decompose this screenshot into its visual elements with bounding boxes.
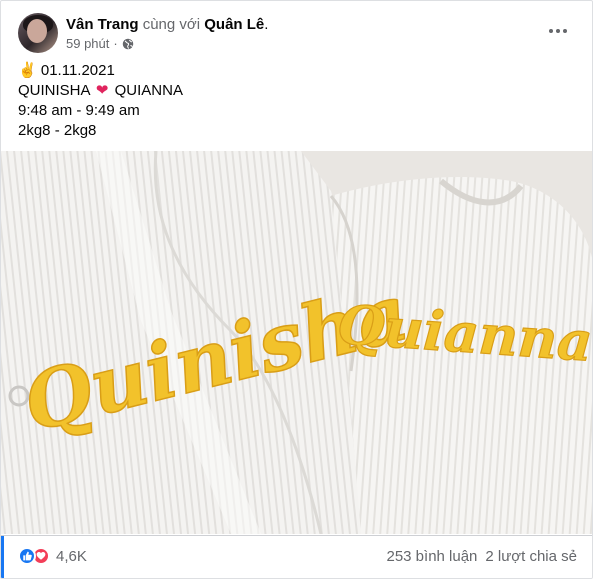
reaction-count: 4,6K (56, 547, 87, 565)
engagement-stats: 253 bình luận 2 lượt chia sẻ (386, 548, 577, 565)
post-line-time: 9:48 am - 9:49 am (18, 102, 140, 119)
reactions-summary[interactable]: 4,6K (18, 547, 87, 565)
post-card: Vân Trang cùng với Quân Lê. 59 phút · ✌ … (0, 0, 593, 579)
post-time[interactable]: 59 phút (66, 36, 109, 52)
post-footer: 4,6K 253 bình luận 2 lượt chia sẻ (1, 535, 592, 578)
author-name[interactable]: Vân Trang (66, 16, 139, 33)
author-line: Vân Trang cùng với Quân Lê. (66, 15, 268, 35)
more-options-button[interactable] (544, 19, 572, 43)
globe-icon (122, 38, 133, 50)
like-icon (18, 547, 36, 565)
post-line-names: QUINISHA ❤ QUIANNA (18, 82, 183, 99)
period: . (264, 16, 269, 33)
more-horizontal-icon (549, 29, 553, 33)
heart-icon: ❤ (95, 82, 109, 99)
focus-accent-bar (1, 536, 4, 578)
post-text: ✌ 01.11.2021 QUINISHA ❤ QUIANNA 9:48 am … (18, 61, 183, 141)
post-photo[interactable]: Quinisha Quianna (1, 151, 592, 534)
victory-hand-icon: ✌ (18, 62, 37, 79)
tagged-user-name[interactable]: Quân Lê (204, 16, 264, 33)
post-line-weight: 2kg8 - 2kg8 (18, 122, 97, 139)
meta-separator: · (113, 36, 118, 51)
with-text: cùng với (142, 16, 201, 33)
author-avatar[interactable] (18, 13, 58, 53)
shares-count-link[interactable]: 2 lượt chia sẻ (485, 548, 577, 565)
photo-illustration: Quinisha Quianna (1, 151, 592, 534)
comments-count-link[interactable]: 253 bình luận (386, 548, 477, 565)
post-line-date: ✌ 01.11.2021 (18, 62, 115, 79)
post-header: Vân Trang cùng với Quân Lê. 59 phút · (18, 13, 580, 57)
post-meta: 59 phút · (66, 36, 134, 52)
